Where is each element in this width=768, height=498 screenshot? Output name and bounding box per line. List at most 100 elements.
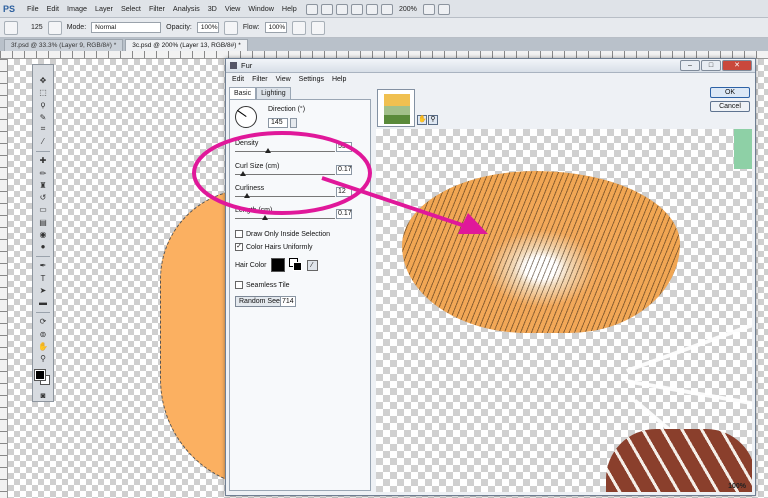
minibridge-icon[interactable] (321, 3, 333, 15)
color-uniform-row[interactable]: ✓ Color Hairs Uniformly (235, 243, 313, 251)
quick-mask-icon[interactable]: ◙ (36, 391, 50, 401)
eyedropper-tool-icon[interactable]: ⁄ (36, 136, 50, 146)
marquee-tool-icon[interactable]: ⬚ (36, 87, 50, 97)
fur-title-bar[interactable]: Fur – □ ✕ (226, 59, 755, 73)
direction-field[interactable]: 145 (268, 118, 288, 128)
photoshop-logo: PS (3, 3, 16, 14)
clone-stamp-tool-icon[interactable]: ♜ (36, 180, 50, 190)
pen-tool-icon[interactable]: ✒ (36, 261, 50, 271)
hand-tool-icon[interactable] (351, 3, 363, 15)
seamless-checkbox[interactable] (235, 281, 243, 289)
rotate-view-icon[interactable] (381, 3, 393, 15)
cancel-button[interactable]: Cancel (710, 101, 750, 112)
hand-icon[interactable]: ✋ (417, 115, 427, 125)
doc-tab-3f[interactable]: 3f.psd @ 33.3% (Layer 9, RGB/8#) * (4, 39, 124, 51)
curliness-field[interactable]: 12 (336, 187, 352, 197)
curl-size-slider[interactable] (235, 174, 335, 175)
tab-lighting[interactable]: Lighting (256, 87, 291, 99)
brush-panel-icon[interactable] (47, 20, 62, 35)
brush-icon[interactable] (4, 20, 18, 35)
length-slider-thumb[interactable] (262, 215, 268, 220)
crop-tool-icon[interactable]: ⌗ (36, 124, 50, 134)
density-field[interactable]: 55 (336, 142, 352, 152)
curl-size-slider-thumb[interactable] (240, 171, 246, 176)
opacity-field[interactable]: 100% (196, 22, 219, 33)
eyedropper-icon[interactable]: ⁄ (306, 259, 318, 271)
density-slider-thumb[interactable] (265, 148, 271, 153)
curliness-slider[interactable] (235, 196, 335, 197)
zoom-tool-icon[interactable] (366, 3, 378, 15)
direction-spinner[interactable] (290, 118, 297, 128)
brush-size[interactable]: 125 (31, 24, 43, 31)
extras-icon[interactable] (336, 3, 348, 15)
menu-help[interactable]: Help (278, 4, 301, 13)
gradient-tool-icon[interactable]: ▤ (36, 217, 50, 227)
fur-menu-edit[interactable]: Edit (229, 76, 247, 83)
dodge-tool-icon[interactable]: ● (36, 242, 50, 252)
length-slider[interactable] (235, 218, 335, 219)
menu-3d[interactable]: 3D (204, 4, 221, 13)
draw-inside-checkbox[interactable] (235, 230, 243, 238)
3d-rotate-tool-icon[interactable]: ⟳ (36, 317, 50, 327)
thumbnail-image (384, 94, 410, 124)
doc-tab-3c[interactable]: 3c.psd @ 200% (Layer 13, RGB/8#) * (125, 39, 248, 51)
fur-menu-settings[interactable]: Settings (296, 76, 327, 83)
hand-tool-icon[interactable]: ✋ (36, 341, 50, 351)
pressure-size-icon[interactable] (310, 20, 325, 35)
fur-preview[interactable]: 100% (376, 129, 752, 492)
fur-menu-filter[interactable]: Filter (249, 76, 271, 83)
menu-layer[interactable]: Layer (91, 4, 117, 13)
menu-select[interactable]: Select (117, 4, 145, 13)
draw-inside-row[interactable]: Draw Only Inside Selection (235, 230, 330, 238)
quick-select-tool-icon[interactable]: ✎ (36, 112, 50, 122)
curl-size-field[interactable]: 0.17 (336, 165, 352, 175)
screen-mode-icon[interactable] (437, 3, 450, 15)
eraser-tool-icon[interactable]: ▭ (36, 205, 50, 215)
arrange-docs-icon[interactable] (422, 3, 435, 15)
tab-basic[interactable]: Basic (229, 87, 257, 99)
menu-analysis[interactable]: Analysis (169, 4, 204, 13)
path-select-tool-icon[interactable]: ➤ (36, 285, 50, 295)
curliness-slider-thumb[interactable] (244, 193, 250, 198)
minimize-button[interactable]: – (680, 60, 700, 71)
brush-tool-icon[interactable]: ✏ (36, 168, 50, 178)
blur-tool-icon[interactable]: ◉ (36, 229, 50, 239)
menu-window[interactable]: Window (244, 4, 278, 13)
menu-image[interactable]: Image (63, 4, 91, 13)
length-field[interactable]: 0.17 (336, 209, 352, 219)
healing-tool-icon[interactable]: ✚ (36, 156, 50, 166)
color-uniform-checkbox[interactable]: ✓ (235, 243, 243, 251)
hair-color-swatch[interactable] (270, 258, 285, 272)
foreground-color-swatch[interactable] (34, 368, 46, 381)
zoom-tool-icon[interactable]: ⚲ (36, 354, 50, 364)
color-swatches[interactable] (34, 368, 51, 385)
menu-view[interactable]: View (221, 4, 244, 13)
hair-color-pair-swatch[interactable] (288, 258, 303, 272)
shape-tool-icon[interactable]: ▬ (36, 298, 50, 308)
lasso-tool-icon[interactable]: ϙ (36, 100, 50, 110)
pressure-opacity-icon[interactable] (223, 20, 238, 35)
menu-file[interactable]: File (23, 4, 43, 13)
flow-field[interactable]: 100% (264, 22, 287, 33)
zoom-level[interactable]: 200% (396, 6, 420, 13)
history-brush-tool-icon[interactable]: ↺ (36, 192, 50, 202)
airbrush-icon[interactable] (291, 20, 306, 35)
navigator-thumbnail[interactable] (377, 89, 415, 127)
type-tool-icon[interactable]: T (36, 273, 50, 283)
direction-dial[interactable] (235, 106, 257, 128)
3d-orbit-tool-icon[interactable]: ⊚ (36, 329, 50, 339)
seed-field[interactable]: 714 (280, 296, 296, 307)
maximize-button[interactable]: □ (701, 60, 721, 71)
menu-edit[interactable]: Edit (43, 4, 63, 13)
mode-select[interactable]: Normal (91, 22, 162, 33)
density-slider[interactable] (235, 151, 335, 152)
zoom-icon[interactable]: ⚲ (428, 115, 438, 125)
bridge-icon[interactable] (306, 3, 318, 15)
close-button[interactable]: ✕ (722, 60, 752, 71)
fur-menu-help[interactable]: Help (329, 76, 349, 83)
seamless-row[interactable]: Seamless Tile (235, 281, 290, 289)
menu-filter[interactable]: Filter (145, 4, 169, 13)
move-tool-icon[interactable]: ✥ (36, 75, 50, 85)
fur-menu-view[interactable]: View (273, 76, 294, 83)
ok-button[interactable]: OK (710, 87, 750, 98)
